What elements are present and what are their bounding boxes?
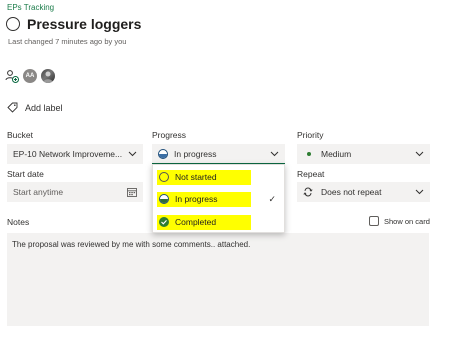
bucket-value: EP-10 Network Improveme... [13, 149, 123, 159]
check-icon [161, 220, 167, 225]
completed-icon [159, 217, 169, 227]
priority-select[interactable]: Medium [297, 144, 430, 164]
progress-select[interactable]: In progress [152, 144, 285, 164]
plan-name[interactable]: EPs Tracking [7, 3, 54, 12]
add-label-button[interactable]: Add label [7, 102, 63, 113]
repeat-value: Does not repeat [321, 187, 382, 197]
bucket-select[interactable]: EP-10 Network Improveme... [7, 144, 143, 164]
add-label-text: Add label [25, 102, 63, 113]
chevron-down-icon [415, 151, 424, 157]
tag-icon [7, 102, 18, 113]
start-date-label: Start date [7, 169, 44, 179]
assignees-row: AA [5, 69, 55, 83]
progress-option-completed[interactable]: Completed [153, 212, 284, 232]
in-progress-icon [159, 194, 169, 204]
show-on-card-text: Show on card [384, 216, 430, 226]
avatar-aa[interactable]: AA [23, 69, 37, 83]
chevron-down-icon [128, 151, 137, 157]
priority-value: Medium [321, 149, 352, 159]
progress-option-not-started[interactable]: Not started [153, 167, 284, 187]
avatar-photo[interactable] [41, 69, 55, 83]
repeat-icon [303, 187, 313, 197]
task-complete-toggle-icon[interactable] [6, 17, 20, 31]
progress-value: In progress [174, 148, 217, 159]
assign-user-icon[interactable] [5, 69, 19, 83]
notes-label: Notes [7, 217, 30, 227]
option-label: Not started [175, 172, 217, 182]
last-changed-text: Last changed 7 minutes ago by you [8, 37, 127, 46]
in-progress-icon [158, 148, 168, 159]
option-label: In progress [175, 194, 218, 204]
chevron-down-icon [270, 151, 279, 156]
not-started-icon [159, 172, 169, 182]
progress-option-in-progress[interactable]: In progress ✓ [153, 189, 284, 209]
start-date-placeholder: Start anytime [13, 187, 64, 197]
task-title-row: Pressure loggers [6, 16, 141, 32]
option-label: Completed [175, 217, 217, 227]
repeat-select[interactable]: Does not repeat [297, 182, 430, 202]
chevron-down-icon [415, 189, 424, 195]
person-photo-icon [43, 71, 53, 83]
show-on-card-checkbox[interactable]: Show on card [369, 216, 430, 226]
task-title[interactable]: Pressure loggers [27, 16, 141, 32]
checkbox-icon[interactable] [369, 216, 379, 226]
priority-medium-icon [307, 152, 311, 156]
progress-label: Progress [152, 130, 187, 140]
progress-dropdown: Not started In progress ✓ Completed [152, 164, 285, 233]
notes-textarea[interactable]: The proposal was reviewed by me with som… [7, 233, 429, 326]
priority-label: Priority [297, 130, 324, 140]
bucket-label: Bucket [7, 130, 33, 140]
start-date-input[interactable]: Start anytime [7, 182, 143, 202]
calendar-icon[interactable] [127, 187, 137, 197]
checkmark-icon: ✓ [268, 193, 276, 204]
repeat-label: Repeat [297, 169, 325, 179]
